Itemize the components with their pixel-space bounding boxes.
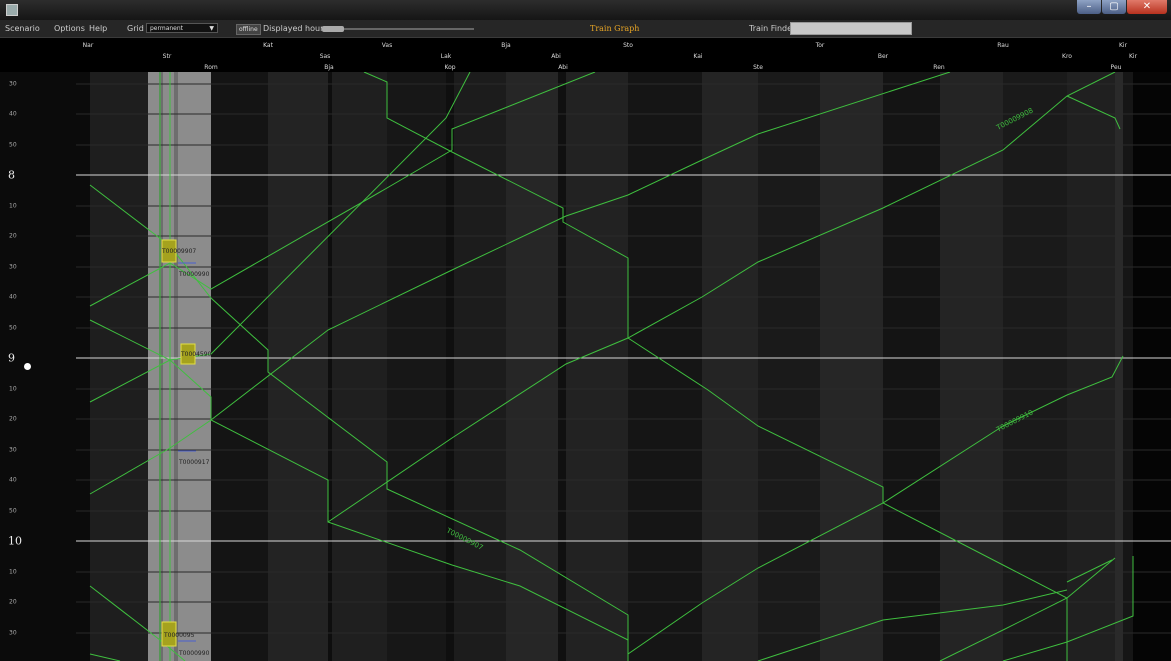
- displayed-hours-label: Displayed hours: [263, 24, 328, 33]
- train-graph-canvas[interactable]: T00009907 T0000990 T0004590 T0000917 T00…: [0, 72, 1171, 661]
- time-label: 30: [9, 263, 17, 271]
- offline-toggle[interactable]: offline: [236, 24, 261, 35]
- station-label: Sto: [623, 42, 633, 49]
- window-titlebar: – ▢ ✕: [0, 0, 1171, 20]
- time-label: 20: [9, 598, 17, 606]
- menu-help[interactable]: Help: [89, 20, 107, 37]
- station-label: Sas: [319, 53, 331, 60]
- station-label: Kai: [693, 53, 703, 60]
- station-label: Ber: [877, 53, 889, 60]
- grid-label: Grid: [127, 24, 144, 33]
- chevron-down-icon: ▼: [209, 25, 214, 32]
- time-label: 20: [9, 415, 17, 423]
- station-label: Rau: [997, 42, 1009, 49]
- train-graph[interactable]: T00009907 T0000990 T0004590 T0000917 T00…: [0, 72, 1171, 661]
- time-label: 20: [9, 232, 17, 240]
- station-label: Peu: [1110, 64, 1122, 71]
- maximize-icon[interactable]: ▢: [1102, 0, 1126, 14]
- station-label: Abi: [558, 64, 568, 71]
- station-label: Lak: [440, 53, 452, 60]
- displayed-hours-slider-handle[interactable]: [322, 26, 344, 32]
- train-label[interactable]: T0000095: [163, 632, 195, 639]
- time-label: 10: [9, 385, 17, 393]
- station-label: Nar: [82, 42, 94, 49]
- current-time-marker[interactable]: [24, 363, 31, 370]
- time-label: 30: [9, 446, 17, 454]
- time-label: 40: [9, 293, 17, 301]
- hour-label: 9: [8, 351, 15, 365]
- time-label: 40: [9, 110, 17, 118]
- station-label: Kat: [263, 42, 273, 49]
- time-label: 30: [9, 80, 17, 88]
- train-finder-input[interactable]: [790, 22, 912, 35]
- train-label[interactable]: T0000990: [178, 271, 210, 278]
- time-label: 30: [9, 629, 17, 637]
- menu-bar: Scenario Options Help Grid permanent ▼ o…: [0, 20, 1171, 38]
- menu-options[interactable]: Options: [54, 20, 85, 37]
- station-label: Ste: [753, 64, 763, 71]
- train-label[interactable]: T0004590: [180, 351, 212, 358]
- station-label: Bja: [324, 64, 334, 71]
- train-finder-label: Train Finder: [749, 24, 796, 33]
- app-icon: [6, 4, 18, 16]
- close-icon[interactable]: ✕: [1127, 0, 1167, 14]
- time-label: 50: [9, 324, 17, 332]
- minimize-icon[interactable]: –: [1077, 0, 1101, 14]
- grid-select-value: permanent: [150, 25, 184, 32]
- train-label[interactable]: T0000990: [178, 650, 210, 657]
- station-label: Rom: [204, 64, 218, 71]
- train-label[interactable]: T00009907: [161, 248, 196, 255]
- time-label: 10: [9, 202, 17, 210]
- station-header: Nar Kat Vas Bja Sto Tor Rau Kir Str Sas …: [0, 38, 1171, 72]
- station-label: Kir: [1118, 42, 1128, 49]
- station-label: Kro: [1062, 53, 1072, 60]
- grid-select[interactable]: permanent ▼: [146, 23, 218, 33]
- station-label: Kop: [444, 64, 456, 71]
- station-label: Abi: [551, 53, 561, 60]
- page-title: Train Graph: [590, 24, 640, 33]
- train-label[interactable]: T0000917: [178, 459, 210, 466]
- menu-scenario[interactable]: Scenario: [5, 20, 40, 37]
- station-label: Bja: [501, 42, 511, 49]
- station-label: Str: [162, 53, 172, 60]
- time-label: 40: [9, 476, 17, 484]
- hour-label: 8: [8, 168, 15, 182]
- time-label: 50: [9, 141, 17, 149]
- displayed-hours-slider[interactable]: [322, 26, 474, 32]
- window-controls: – ▢ ✕: [1076, 0, 1167, 18]
- time-label: 50: [9, 507, 17, 515]
- station-label: Tor: [815, 42, 825, 49]
- time-label: 10: [9, 568, 17, 576]
- hour-label: 10: [8, 534, 22, 548]
- station-label: Kir: [1128, 53, 1138, 60]
- station-label: Vas: [381, 42, 393, 49]
- station-label: Ren: [933, 64, 945, 71]
- station-columns: [90, 72, 1171, 661]
